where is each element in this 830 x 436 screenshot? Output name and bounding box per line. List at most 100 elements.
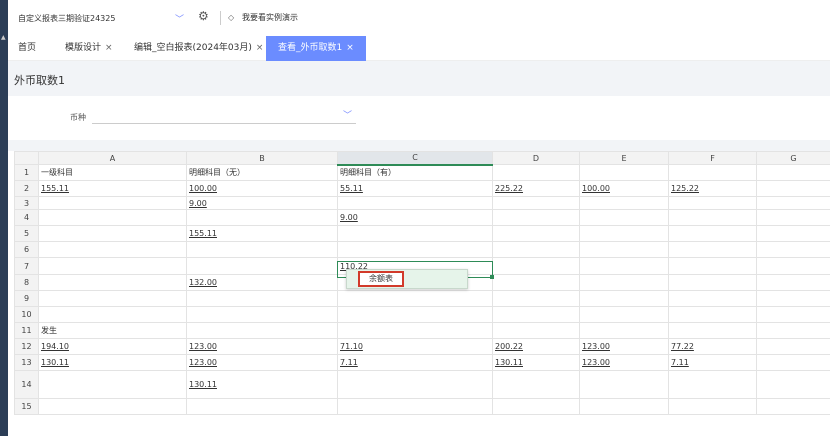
cell[interactable] xyxy=(337,322,493,339)
balance-sheet-menu-item[interactable]: 余额表 xyxy=(358,271,404,287)
cell[interactable] xyxy=(579,306,669,323)
cell[interactable] xyxy=(492,209,580,226)
cell[interactable] xyxy=(756,370,830,399)
cell[interactable] xyxy=(579,322,669,339)
cell[interactable] xyxy=(492,306,580,323)
cell[interactable] xyxy=(186,241,338,258)
cell[interactable] xyxy=(756,338,830,355)
report-selector[interactable]: 自定义报表三期验证24325 ﹀ xyxy=(18,12,193,26)
tab-edit-blank-report[interactable]: 编辑_空白报表(2024年03月) × xyxy=(134,36,263,61)
cell[interactable] xyxy=(38,274,187,291)
cell[interactable] xyxy=(337,196,493,210)
cell[interactable] xyxy=(668,274,757,291)
cell[interactable] xyxy=(756,164,830,181)
cell[interactable] xyxy=(337,225,493,242)
column-header-g[interactable]: G xyxy=(756,151,830,165)
cell[interactable]: 155.11 xyxy=(38,180,187,197)
currency-select[interactable]: ﹀ xyxy=(92,107,356,124)
cell[interactable] xyxy=(337,241,493,258)
column-header-a[interactable]: A xyxy=(38,151,187,165)
cell[interactable]: 明细科目（有） xyxy=(337,164,493,181)
cell[interactable]: 130.11 xyxy=(38,354,187,371)
cell[interactable] xyxy=(756,306,830,323)
cell[interactable]: 7.11 xyxy=(668,354,757,371)
cell[interactable] xyxy=(579,225,669,242)
demo-link[interactable]: ◇ 我要看实例演示 xyxy=(228,12,298,23)
cell[interactable]: 9.00 xyxy=(186,196,338,210)
cell[interactable]: 发生 xyxy=(38,322,187,339)
gear-icon[interactable]: ⚙ xyxy=(198,9,212,23)
cell[interactable] xyxy=(579,241,669,258)
column-header-f[interactable]: F xyxy=(668,151,757,165)
cell[interactable] xyxy=(492,257,580,275)
close-icon[interactable]: × xyxy=(256,43,264,53)
cell[interactable] xyxy=(756,196,830,210)
column-header-b[interactable]: B xyxy=(186,151,338,165)
cell[interactable] xyxy=(186,209,338,226)
cell[interactable] xyxy=(186,306,338,323)
row-header[interactable]: 9 xyxy=(14,290,39,307)
cell[interactable] xyxy=(492,398,580,415)
cell[interactable] xyxy=(579,398,669,415)
cell[interactable]: 71.10 xyxy=(337,338,493,355)
cell[interactable]: 132.00 xyxy=(186,274,338,291)
row-header[interactable]: 10 xyxy=(14,306,39,323)
cell[interactable]: 55.11 xyxy=(337,180,493,197)
cell[interactable] xyxy=(579,274,669,291)
cell[interactable] xyxy=(668,225,757,242)
cell[interactable] xyxy=(337,398,493,415)
row-header[interactable]: 6 xyxy=(14,241,39,258)
collapse-caret-icon[interactable]: ▲ xyxy=(1,34,7,41)
cell[interactable] xyxy=(337,306,493,323)
cell[interactable] xyxy=(38,241,187,258)
cell[interactable] xyxy=(492,196,580,210)
tab-template-design[interactable]: 模版设计 × xyxy=(65,36,113,61)
cell[interactable] xyxy=(668,164,757,181)
cell[interactable]: 123.00 xyxy=(186,338,338,355)
row-header[interactable]: 7 xyxy=(14,257,39,275)
cell[interactable] xyxy=(579,257,669,275)
row-header[interactable]: 3 xyxy=(14,196,39,210)
cell[interactable] xyxy=(756,274,830,291)
row-header[interactable]: 12 xyxy=(14,338,39,355)
cell[interactable]: 77.22 xyxy=(668,338,757,355)
cell[interactable]: 123.00 xyxy=(186,354,338,371)
close-icon[interactable]: × xyxy=(105,43,113,53)
close-icon[interactable]: × xyxy=(346,43,354,53)
cell[interactable] xyxy=(756,209,830,226)
tab-view-foreign-currency[interactable]: 查看_外币取数1 × xyxy=(266,36,366,61)
cell[interactable] xyxy=(492,241,580,258)
row-header[interactable]: 4 xyxy=(14,209,39,226)
cell[interactable] xyxy=(756,257,830,275)
cell[interactable] xyxy=(756,322,830,339)
row-header[interactable]: 14 xyxy=(14,370,39,399)
row-header[interactable]: 13 xyxy=(14,354,39,371)
row-header[interactable]: 11 xyxy=(14,322,39,339)
cell[interactable] xyxy=(756,398,830,415)
cell[interactable] xyxy=(579,370,669,399)
cell[interactable] xyxy=(579,290,669,307)
cell[interactable]: 225.22 xyxy=(492,180,580,197)
cell[interactable] xyxy=(756,354,830,371)
cell[interactable] xyxy=(668,241,757,258)
cell[interactable]: 194.10 xyxy=(38,338,187,355)
cell[interactable] xyxy=(38,257,187,275)
row-header[interactable]: 1 xyxy=(14,164,39,181)
cell[interactable]: 100.00 xyxy=(186,180,338,197)
cell[interactable] xyxy=(756,180,830,197)
cell[interactable] xyxy=(38,398,187,415)
cell[interactable] xyxy=(579,196,669,210)
cell[interactable] xyxy=(38,225,187,242)
cell[interactable] xyxy=(668,290,757,307)
cell[interactable]: 9.00 xyxy=(337,209,493,226)
cell[interactable]: 7.11 xyxy=(337,354,493,371)
cell[interactable] xyxy=(186,290,338,307)
column-header-c[interactable]: C xyxy=(337,151,493,166)
cell[interactable] xyxy=(337,290,493,307)
cell[interactable]: 155.11 xyxy=(186,225,338,242)
column-header-d[interactable]: D xyxy=(492,151,580,165)
cell[interactable] xyxy=(668,209,757,226)
cell[interactable] xyxy=(579,209,669,226)
cell[interactable] xyxy=(756,290,830,307)
cell[interactable] xyxy=(38,290,187,307)
